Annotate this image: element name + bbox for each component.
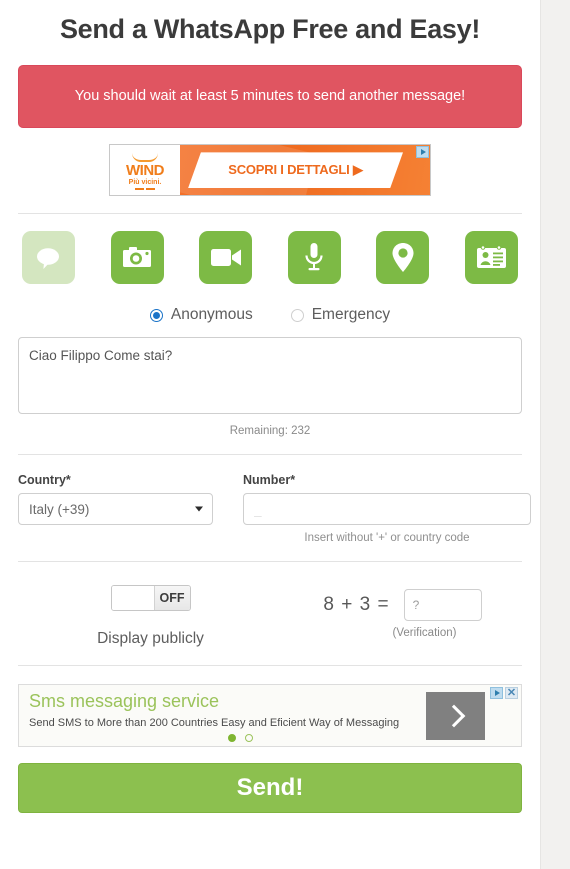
page-root: Send a WhatsApp Free and Easy! You shoul…	[0, 0, 570, 869]
chevron-down-icon	[195, 506, 203, 512]
wind-tagline: Più vicini.	[128, 178, 162, 186]
options-row: OFF Display publicly 8 + 3 = (Verificati…	[18, 562, 522, 648]
wind-smile-icon	[132, 153, 158, 162]
verification-caption: (Verification)	[392, 627, 457, 640]
media-option-audio[interactable]	[287, 231, 341, 285]
wind-brand-text: WIND	[126, 161, 165, 179]
top-ad-cta-band: SCOPRI I DETTAGLI ▶	[188, 152, 403, 189]
verification-input[interactable]	[403, 589, 482, 622]
video-icon	[210, 247, 242, 268]
mode-radio-group: Anonymous Emergency	[18, 284, 522, 324]
number-input[interactable]	[243, 493, 531, 526]
number-field-group: Number* Insert without '+' or country co…	[243, 473, 531, 544]
display-publicly-caption: Display publicly	[97, 630, 204, 648]
contact-card-icon	[476, 245, 507, 270]
country-selected-value: Italy (+39)	[29, 501, 90, 517]
bottom-ad-dot-2[interactable]	[244, 734, 253, 743]
media-option-location[interactable]	[376, 231, 430, 285]
microphone-icon	[303, 242, 325, 274]
verification-question: 8 + 3 =	[323, 594, 390, 616]
top-ad-cta-text: SCOPRI I DETTAGLI ▶	[228, 162, 363, 178]
location-pin-icon	[391, 242, 415, 273]
radio-option-anonymous[interactable]: Anonymous	[149, 306, 253, 324]
adchoices-icon[interactable]	[416, 146, 429, 159]
country-field-group: Country* Italy (+39)	[18, 473, 213, 544]
wind-logo: WIND Più vicini.	[110, 145, 180, 196]
adchoices-icon[interactable]	[490, 687, 503, 700]
top-ad-container: WIND Più vicini. SCOPRI I DETTAGLI ▶	[18, 144, 522, 197]
divider-above-bottom-ad	[18, 665, 522, 667]
message-input[interactable]	[18, 337, 522, 415]
send-button[interactable]: Send!	[18, 763, 522, 814]
country-label: Country*	[18, 473, 71, 488]
warning-alert: You should wait at least 5 minutes to se…	[18, 65, 522, 129]
close-icon[interactable]: ✕	[505, 687, 518, 700]
media-type-selector	[18, 214, 522, 285]
remaining-characters-label: Remaining: 232	[229, 425, 311, 438]
top-ad-artwork: SCOPRI I DETTAGLI ▶	[180, 145, 430, 196]
recipient-fields: Country* Italy (+39) Number* Insert with…	[18, 455, 531, 544]
media-option-video[interactable]	[199, 231, 253, 285]
radio-emergency-indicator[interactable]	[290, 308, 304, 322]
top-ad-banner[interactable]: WIND Più vicini. SCOPRI I DETTAGLI ▶	[109, 144, 431, 197]
radio-anonymous-label: Anonymous	[170, 306, 253, 324]
radio-anonymous-indicator[interactable]	[149, 308, 163, 322]
chevron-right-icon[interactable]	[426, 692, 485, 741]
toggle-knob	[111, 586, 154, 611]
bottom-ad-dot-1[interactable]	[227, 734, 236, 743]
toggle-state-label: OFF	[153, 586, 190, 611]
page-content: Send a WhatsApp Free and Easy! You shoul…	[0, 0, 540, 869]
radio-emergency-label: Emergency	[311, 306, 391, 324]
page-gutter	[540, 0, 570, 869]
chat-icon	[35, 246, 62, 270]
radio-option-emergency[interactable]: Emergency	[290, 306, 391, 324]
verification-line: 8 + 3 =	[323, 589, 482, 622]
wind-bars-decor	[135, 187, 155, 190]
display-publicly-group: OFF Display publicly	[18, 585, 283, 648]
media-option-contact[interactable]	[464, 231, 518, 285]
page-title: Send a WhatsApp Free and Easy!	[59, 14, 481, 44]
number-hint: Insert without '+' or country code	[304, 532, 470, 545]
message-section: Remaining: 232	[18, 324, 522, 437]
verification-group: 8 + 3 = (Verification)	[283, 585, 522, 639]
bottom-ad-controls: ✕	[490, 687, 518, 700]
bottom-ad-banner[interactable]: Sms messaging service Send SMS to More t…	[18, 684, 522, 748]
display-publicly-toggle[interactable]: OFF	[110, 585, 191, 612]
country-select[interactable]: Italy (+39)	[18, 493, 213, 526]
camera-icon	[122, 246, 152, 270]
number-label: Number*	[243, 473, 296, 488]
media-option-photo[interactable]	[110, 231, 164, 285]
media-option-chat[interactable]	[22, 231, 75, 285]
